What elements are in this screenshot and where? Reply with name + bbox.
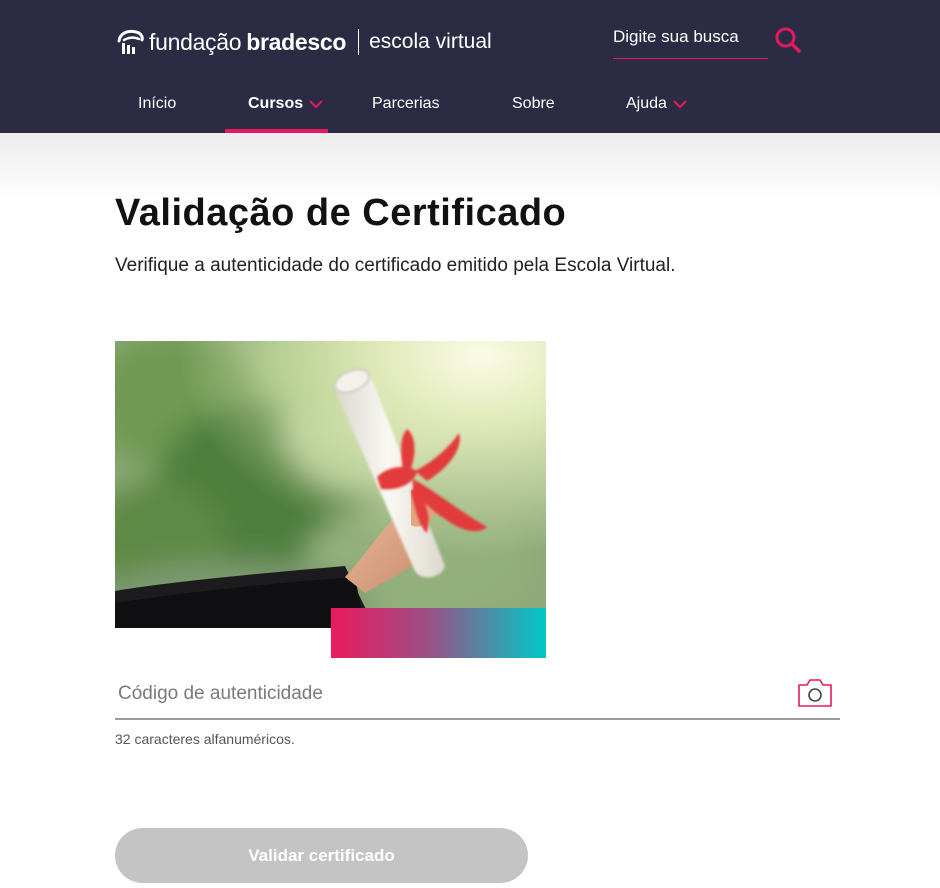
logo-text-escola-virtual: escola virtual	[369, 30, 492, 53]
nav-item-label: Parcerias	[372, 95, 440, 112]
nav-item-cursos[interactable]: Cursos	[225, 75, 328, 133]
chevron-down-icon	[309, 100, 323, 109]
validate-certificate-button[interactable]: Validar certificado	[115, 828, 528, 883]
nav-item-sobre[interactable]: Sobre	[512, 75, 555, 133]
nav-item-label: Sobre	[512, 95, 555, 112]
logo-text-fundacao: fundação	[149, 28, 242, 55]
nav-item-label: Cursos	[248, 95, 304, 112]
nav-item-label: Ajuda	[626, 95, 667, 112]
site-logo[interactable]: fundação bradesco escola virtual	[115, 22, 492, 62]
logo-mark-icon	[117, 29, 144, 54]
chevron-down-icon	[673, 100, 687, 109]
nav-item-inicio[interactable]: Início	[138, 75, 176, 133]
site-header: fundação bradesco escola virtual Digite …	[0, 0, 940, 133]
search-label[interactable]: Digite sua busca	[613, 27, 739, 46]
photo-gradient-accent	[331, 608, 546, 658]
nav-item-parcerias[interactable]: Parcerias	[372, 75, 440, 133]
nav-item-ajuda[interactable]: Ajuda	[626, 75, 688, 133]
code-hint: 32 caracteres alfanuméricos.	[115, 731, 295, 747]
search-field[interactable]: Digite sua busca	[613, 23, 768, 59]
logo-text-bradesco: bradesco	[246, 28, 347, 55]
authenticity-code-input[interactable]	[115, 672, 785, 716]
search-icon[interactable]	[774, 26, 802, 54]
page-subtitle: Verifique a autenticidade do certificado…	[115, 255, 676, 276]
logo-divider	[358, 29, 360, 55]
main-nav: Início Cursos Parcerias Sobre Ajuda	[0, 75, 940, 133]
authenticity-code-field[interactable]	[115, 672, 840, 720]
nav-item-label: Início	[138, 95, 177, 112]
certificate-photo	[115, 341, 546, 628]
page-title: Validação de Certificado	[115, 192, 567, 234]
camera-icon[interactable]	[796, 677, 834, 709]
graduation-diploma-image	[115, 341, 546, 628]
